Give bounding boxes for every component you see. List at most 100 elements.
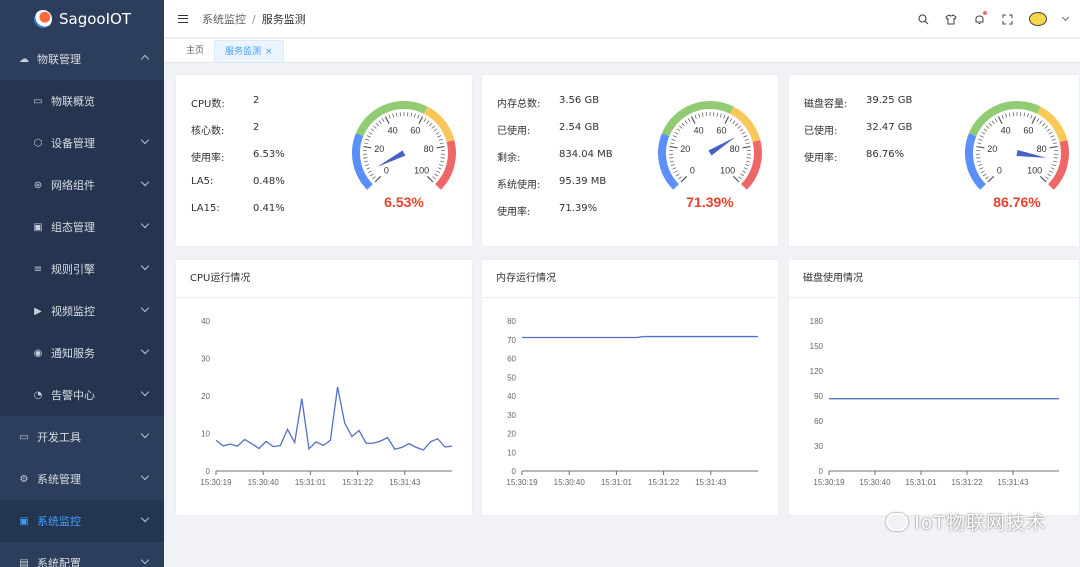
sidebar-item-2[interactable]: ⬡ 设备管理 [0, 122, 164, 164]
cpu-gauge: 0 20 40 60 80 100 6.53% [352, 101, 456, 210]
gauge-tick-label: 60 [716, 126, 726, 136]
info-key: 使用率: [497, 207, 531, 218]
gauge-tick-label: 100 [1027, 166, 1042, 176]
video-icon: ▶ [34, 305, 42, 317]
y-tick-label: 0 [819, 467, 824, 476]
sidebar-item-11[interactable]: ▣ 系统监控 [0, 500, 164, 542]
wechat-icon [886, 512, 909, 531]
y-tick-label: 70 [507, 336, 516, 345]
y-tick-label: 150 [810, 342, 824, 351]
info-key: LA15: [191, 203, 220, 214]
tab-home[interactable]: 主页 [176, 40, 214, 62]
sidebar-item-3[interactable]: ⊛ 网络组件 [0, 164, 164, 206]
info-value: 0.41% [253, 203, 285, 214]
gauge-tick [672, 135, 677, 138]
gauge-tick [1050, 135, 1055, 138]
sidebar-item-label: 物联概览 [51, 95, 95, 108]
gauge-tick [981, 131, 986, 135]
disk-card: 磁盘容量: 39.25 GB 已使用: 32.47 GB 使用率: 86.76% 0 20 4… [788, 74, 1080, 247]
chevron-down-icon [140, 345, 150, 355]
menu-toggle-icon[interactable] [178, 14, 188, 23]
gauge-tick [669, 160, 674, 163]
sidebar-item-4[interactable]: ▣ 组态管理 [0, 206, 164, 248]
chevron-down-icon[interactable] [1061, 13, 1070, 22]
gauge-tick [418, 116, 424, 124]
gauge-tick [1023, 112, 1026, 117]
x-tick-label: 15:30:19 [200, 478, 232, 487]
app-logo[interactable]: SagooIOT [0, 0, 164, 38]
sidebar-item-8[interactable]: ◔ 告警中心 [0, 374, 164, 416]
gauge-tick [388, 114, 391, 119]
sidebar-item-0[interactable]: ☁ 物联管理 [0, 38, 164, 80]
x-tick-label: 15:31:22 [342, 478, 374, 487]
monitor-icon: ▭ [33, 95, 43, 107]
gauge-tick [392, 113, 395, 118]
gauge-tick [1026, 113, 1029, 118]
gauge-tick-label: 100 [414, 166, 429, 176]
gauge-tick [437, 135, 442, 138]
y-tick-label: 90 [814, 392, 823, 401]
gauge-value-label: 6.53% [384, 194, 424, 210]
gauge-tick [746, 157, 751, 159]
close-icon[interactable]: × [265, 47, 273, 57]
gauge-tick-label: 60 [1023, 126, 1033, 136]
gauge-tick [694, 114, 697, 119]
tab-service-monitor-label: 服务监测 [225, 47, 262, 57]
info-value: 2.54 GB [559, 122, 600, 133]
gauge-tick [976, 145, 985, 149]
gauge-tick-label: 40 [694, 126, 704, 136]
cpu-info-row: 使用率: 6.53% [191, 149, 285, 176]
tab-service-monitor[interactable]: 服务监测 × [214, 40, 284, 62]
info-key: 磁盘容量: [804, 99, 848, 110]
x-tick-label: 15:30:19 [506, 478, 538, 487]
search-icon[interactable] [917, 13, 929, 25]
sidebar-item-10[interactable]: ⚙ 系统管理 [0, 458, 164, 500]
gauge-tick [991, 120, 995, 124]
breadcrumb-current: 服务监测 [261, 12, 306, 26]
tab-home-label: 主页 [186, 46, 205, 56]
gauge-tick [1052, 142, 1057, 145]
sidebar-item-6[interactable]: ▶ 视频监控 [0, 290, 164, 332]
gauge-tick [690, 116, 696, 124]
sidebar-item-label: 开发工具 [37, 431, 81, 444]
gauge-tick [979, 167, 984, 170]
fullscreen-icon[interactable] [1001, 13, 1013, 25]
sidebar-item-label: 系统配置 [37, 557, 81, 567]
sidebar-item-1[interactable]: ▭ 物联概览 [0, 80, 164, 122]
breadcrumb-item[interactable]: 系统监控 [202, 13, 246, 26]
y-tick-label: 30 [507, 411, 516, 420]
chevron-down-icon [140, 387, 150, 397]
gauge-tick [746, 160, 751, 163]
chevron-down-icon [140, 303, 150, 313]
shirt-icon[interactable] [945, 13, 957, 25]
gauge-tick [413, 113, 416, 118]
gauge-tick-label: 20 [987, 144, 997, 154]
gauge-tick-label: 20 [680, 144, 690, 154]
gauge-tick [1039, 175, 1047, 183]
gauge-tick [1047, 173, 1052, 177]
info-value: 86.76% [866, 149, 905, 160]
sidebar: SagooIOT ☁ 物联管理 ▭ 物联概览 ⬡ 设备管理 ⊛ 网络组件 ▣ 组态管理 ≡ 规则引擎 ▶… [0, 0, 164, 567]
gauge-tick-label: 80 [730, 144, 740, 154]
gauge-tick [1051, 138, 1056, 141]
gauge-tick [669, 157, 674, 159]
x-tick-label: 15:31:22 [648, 478, 680, 487]
sidebar-item-5[interactable]: ≡ 规则引擎 [0, 248, 164, 290]
gauge-tick [436, 170, 441, 174]
gauge-tick [366, 135, 371, 138]
info-value: 32.47 GB [866, 122, 913, 133]
gauge-tick [670, 164, 675, 167]
chevron-down-icon [140, 261, 150, 271]
gauge-tick [440, 157, 445, 159]
gauge-tick [675, 173, 680, 177]
sidebar-item-12[interactable]: ▤ 系统配置 [0, 542, 164, 567]
sidebar-item-9[interactable]: ▭ 开发工具 [0, 416, 164, 458]
memory-info-row: 系统使用: 95.39 MB [497, 176, 613, 203]
gauge-tick [743, 167, 748, 170]
bell-icon[interactable] [973, 11, 987, 25]
avatar[interactable] [1029, 12, 1047, 26]
gauge-tick [363, 157, 368, 159]
sidebar-item-7[interactable]: ◉ 通知服务 [0, 332, 164, 374]
x-tick-label: 15:30:40 [248, 478, 280, 487]
gauge-tick [1053, 160, 1058, 163]
